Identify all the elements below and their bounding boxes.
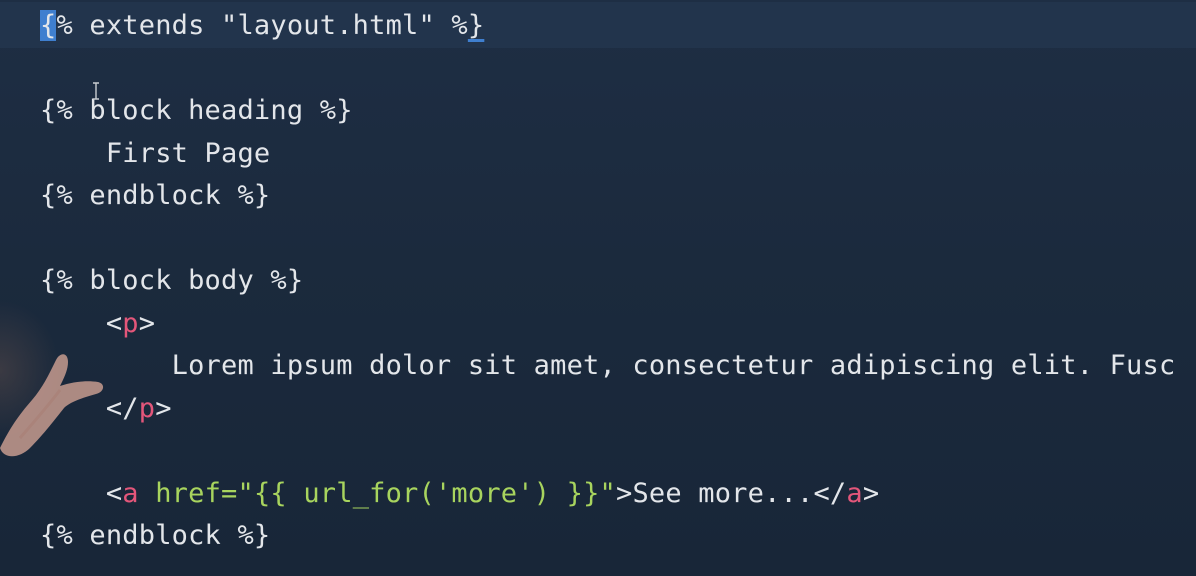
code-line[interactable]: {% extends "layout.html" %} [40,6,484,46]
presenter-hand-image [0,354,104,457]
text-caret: { [40,10,57,41]
code-token: > [155,392,172,424]
code-token: "{{ url_for('more') }}" [237,477,616,509]
code-editor[interactable]: {% extends "layout.html" %} {% block head… [0,0,1196,576]
code-token: Lorem ipsum dolor sit amet, consectetur … [40,350,1176,381]
code-token: {% block heading %} [40,95,353,126]
text-cursor-icon [93,82,99,100]
code-line[interactable]: {% block body %} [40,261,303,301]
code-line[interactable]: {% endblock %} [40,176,270,216]
code-token: % extends "layout.html" % [56,10,468,41]
code-line[interactable]: <a href="{{ url_for('more') }}">See more… [40,474,879,514]
code-token: } [467,10,485,41]
code-token: p [138,392,156,424]
code-token: First Page [40,137,271,169]
code-token: {% block body %} [40,265,304,296]
code-token: >See more...</ [615,477,847,509]
code-token: a [846,477,863,509]
code-token: {% endblock %} [40,520,271,551]
code-token: > [862,477,880,509]
code-line[interactable]: {% block heading %} [40,91,353,131]
code-line[interactable]: First Page [40,134,270,174]
code-token: href= [155,477,238,509]
code-token: {% endblock %} [40,180,271,211]
code-line[interactable]: {% endblock %} [40,516,270,556]
code-token: p [122,307,139,339]
code-token: < [40,477,123,509]
code-token: > [138,307,156,339]
code-line[interactable]: Lorem ipsum dolor sit amet, consectetur … [40,346,1176,386]
code-token: a [122,477,139,509]
